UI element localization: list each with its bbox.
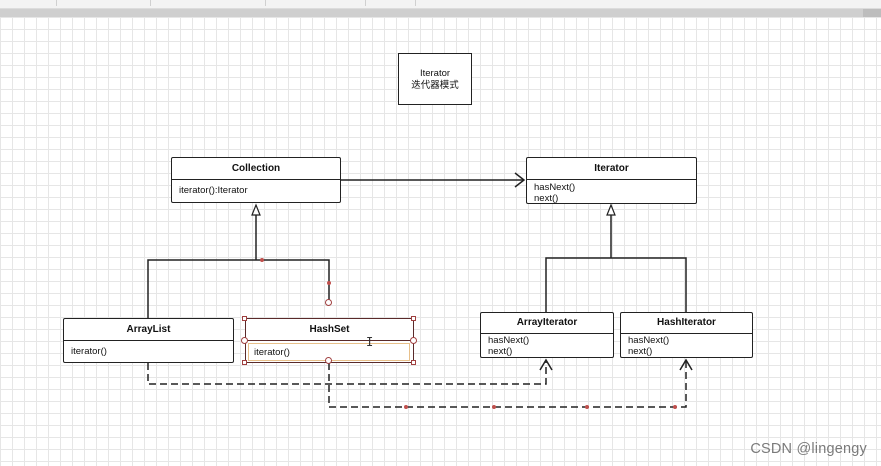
- class-name: HashIterator: [621, 313, 752, 334]
- inheritance-triangle-iterator: [606, 203, 616, 216]
- connection-point[interactable]: [241, 337, 248, 344]
- class-name: Iterator: [527, 158, 696, 180]
- scrollbar[interactable]: [863, 9, 881, 17]
- class-name: ArrayIterator: [481, 313, 613, 334]
- text-cursor-icon: I: [366, 335, 374, 349]
- connection-point[interactable]: [410, 337, 417, 344]
- anchor-dot[interactable]: [673, 405, 677, 409]
- resize-handle[interactable]: [411, 360, 416, 365]
- class-name: ArrayList: [64, 319, 233, 341]
- class-iterator[interactable]: Iterator hasNext() next(): [526, 157, 697, 204]
- ruler: [0, 9, 881, 17]
- class-hashiterator[interactable]: HashIterator hasNext() next(): [620, 312, 753, 358]
- connection-point[interactable]: [325, 357, 332, 364]
- class-method: hasNext() next(): [527, 180, 696, 204]
- title-note-line1: Iterator: [419, 68, 451, 79]
- method-hasnext: hasNext(): [534, 182, 576, 193]
- anchor-dot[interactable]: [327, 281, 331, 285]
- class-arraylist[interactable]: ArrayList iterator(): [63, 318, 234, 363]
- toolbar-button[interactable]: [270, 0, 366, 6]
- inheritance-bar-iterator: [545, 257, 687, 314]
- toolbar-button[interactable]: [30, 0, 57, 6]
- method-next: next(): [488, 346, 513, 357]
- anchor-dot[interactable]: [260, 258, 264, 262]
- anchor-dot[interactable]: [404, 405, 408, 409]
- class-method: iterator(): [71, 346, 107, 357]
- watermark: CSDN @lingengy: [750, 441, 867, 457]
- toolbar-button[interactable]: [155, 0, 266, 6]
- resize-handle[interactable]: [242, 360, 247, 365]
- method-next: next(): [534, 193, 559, 204]
- toolbar-button[interactable]: [370, 0, 416, 6]
- dependency-arraylist: [147, 360, 547, 385]
- connection-point[interactable]: [325, 299, 332, 306]
- resize-handle[interactable]: [242, 316, 247, 321]
- class-method: iterator():Iterator: [179, 185, 248, 196]
- toolbar: [0, 0, 881, 9]
- inheritance-triangle-collection: [251, 203, 261, 216]
- title-note[interactable]: Iterator 迭代器模式: [398, 53, 472, 105]
- class-method: hasNext() next(): [481, 334, 613, 357]
- diagram-canvas[interactable]: Iterator 迭代器模式 Collection iterator():Ite…: [0, 17, 881, 466]
- class-arrayiterator[interactable]: ArrayIterator hasNext() next(): [480, 312, 614, 358]
- method-hasnext: hasNext(): [488, 335, 530, 346]
- class-collection[interactable]: Collection iterator():Iterator: [171, 157, 341, 203]
- method-next: next(): [628, 346, 653, 357]
- inheritance-bar-collection: [147, 259, 330, 318]
- title-note-line2: 迭代器模式: [411, 80, 459, 91]
- class-name: Collection: [172, 158, 340, 180]
- anchor-dot[interactable]: [492, 405, 496, 409]
- toolbar-button[interactable]: [90, 0, 151, 6]
- method-hasnext: hasNext(): [628, 335, 670, 346]
- anchor-dot[interactable]: [585, 405, 589, 409]
- resize-handle[interactable]: [411, 316, 416, 321]
- class-name: HashSet: [246, 319, 413, 341]
- class-method: hasNext() next(): [621, 334, 752, 357]
